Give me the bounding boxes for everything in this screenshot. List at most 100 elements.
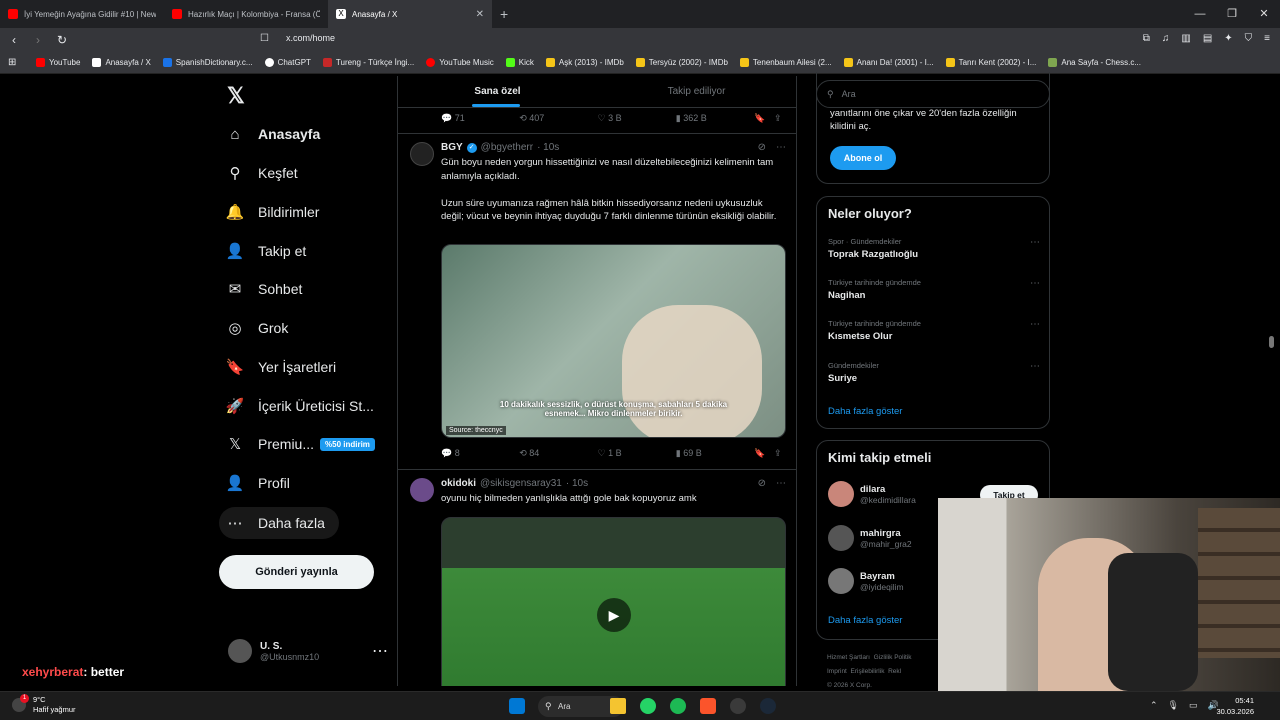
play-icon[interactable]: ▶ (597, 598, 631, 632)
trend-item[interactable]: Spor · Gündemdekiler Toprak Razgatlıoğlu ⋯ (828, 237, 1040, 260)
more-dots-icon[interactable]: ⋯ (1030, 278, 1040, 289)
network-icon[interactable]: ▭ (1189, 700, 1198, 711)
grok-icon[interactable]: ⊘ (758, 142, 766, 153)
like-button[interactable]: ♡ 1 B (598, 448, 676, 459)
url-field[interactable]: x.com/home (286, 33, 335, 43)
grok-icon[interactable]: ⊘ (758, 478, 766, 489)
spotify-icon[interactable] (670, 698, 686, 714)
footer-link[interactable]: Hizmet Şartları (827, 654, 870, 661)
footer-link[interactable]: Rekl (888, 668, 901, 675)
microphone-icon[interactable]: 🎙 (1168, 700, 1179, 711)
back-icon[interactable]: ‹ (4, 33, 24, 47)
share-icon[interactable]: ⇪ (774, 448, 786, 459)
forward-icon[interactable]: › (28, 33, 48, 47)
bookmark-item[interactable]: Kick (505, 58, 534, 67)
screenshot-icon[interactable]: ⧉ (1143, 33, 1150, 44)
sidebar-item-more[interactable]: ⋯ Daha fazla (226, 509, 325, 537)
sidebar-item-profile[interactable]: 👤 Profil (226, 469, 290, 497)
whatsapp-icon[interactable] (640, 698, 656, 714)
bookmark-item[interactable]: Aşk (2013) - IMDb (545, 58, 624, 67)
sidebar-item-premium[interactable]: 𝕏 Premiu... %50 indirim (226, 430, 375, 458)
close-window-icon[interactable]: ✕ (1248, 0, 1280, 28)
sidebar-item-home[interactable]: ⌂ Anasayfa (226, 120, 320, 148)
sidebar-item-bookmarks[interactable]: 🔖 Yer İşaretleri (226, 353, 336, 381)
tweet-handle[interactable]: @bgyetherr (481, 142, 533, 153)
footer-link[interactable]: Imprint (827, 668, 847, 675)
more-dots-icon[interactable]: ⋯ (372, 641, 388, 661)
file-explorer-icon[interactable] (610, 698, 626, 714)
scrollbar-thumb[interactable] (1269, 336, 1274, 348)
share-icon[interactable]: ⇪ (774, 113, 786, 124)
bookmark-item[interactable]: Tenenbaum Ailesi (2... (739, 58, 832, 67)
sidebar-item-follow[interactable]: 👤 Takip et (226, 237, 307, 265)
minimize-icon[interactable]: — (1184, 0, 1216, 28)
bookmark-item[interactable]: Anasayfa / X (92, 58, 151, 67)
reply-button[interactable]: 💬 8 (441, 448, 519, 459)
wallet-icon[interactable]: ▤ (1203, 33, 1212, 44)
tweet-handle[interactable]: @sikisgensaray31 (480, 478, 562, 489)
sidebar-item-notifications[interactable]: 🔔 Bildirimler (226, 198, 320, 226)
trend-item[interactable]: Gündemdekiler Suriye ⋯ (828, 361, 1040, 384)
tweet-video[interactable]: ▶ (441, 517, 786, 686)
browser-tab-1[interactable]: İyi Yemeğin Ayağına Gidilir #10 | New (0, 0, 164, 28)
tweet-video[interactable]: 10 dakikalık sessizlik, o dürüst konuşma… (441, 244, 786, 438)
sidebar-item-explore[interactable]: ⚲ Keşfet (226, 159, 298, 187)
more-dots-icon[interactable]: ⋯ (776, 142, 786, 153)
subscribe-button[interactable]: Abone ol (830, 146, 896, 170)
reply-button[interactable]: 💬 71 (441, 113, 519, 124)
system-clock[interactable]: 05:41 30.03.2026 (1216, 695, 1254, 717)
browser-tab-2[interactable]: Hazırlık Maçı | Kolombiya - Fransa (Ö (164, 0, 328, 28)
weather-widget[interactable]: 9°C Hafif yağmur (33, 695, 76, 715)
like-button[interactable]: ♡ 3 B (598, 113, 676, 124)
post-button[interactable]: Gönderi yayınla (219, 555, 374, 589)
trend-item[interactable]: Türkiye tarihinde gündemde Kısmetse Olur ⋯ (828, 319, 1040, 342)
browser-tab-3[interactable]: X Anasayfa / X ✕ (328, 0, 492, 28)
bookmark-item[interactable]: YouTube Music (426, 58, 494, 67)
trend-item[interactable]: Türkiye tarihinde gündemde Nagihan ⋯ (828, 278, 1040, 301)
app-icon[interactable] (730, 698, 746, 714)
bookmark-icon[interactable]: 🔖 (754, 113, 774, 124)
more-dots-icon[interactable]: ⋯ (1030, 361, 1040, 372)
new-tab-button[interactable]: + (500, 6, 508, 22)
sidebar-toggle-icon[interactable]: ▥ (1181, 33, 1190, 44)
repost-button[interactable]: ⟲ 407 (519, 113, 597, 124)
bookmark-item[interactable]: Ana Sayfa - Chess.c... (1048, 58, 1141, 67)
tab-following[interactable]: Takip ediliyor (597, 76, 796, 107)
tab-for-you[interactable]: Sana özel (398, 76, 597, 107)
sidebar-item-grok[interactable]: ◎ Grok (226, 314, 288, 342)
windows-start-icon[interactable] (509, 698, 525, 714)
sidebar-item-creator-studio[interactable]: 🚀 İçerik Üreticisi St... (226, 392, 374, 420)
show-more-link[interactable]: Daha fazla göster (828, 615, 902, 626)
reload-icon[interactable]: ↻ (52, 33, 72, 47)
brave-icon[interactable] (700, 698, 716, 714)
bookmark-item[interactable]: Tanrı Kent (2002) - I... (945, 58, 1036, 67)
apps-grid-icon[interactable]: ⊞ (8, 57, 16, 68)
leo-icon[interactable]: ✦ (1224, 33, 1232, 44)
tweet-author[interactable]: BGY (441, 142, 463, 153)
bookmark-page-icon[interactable]: ☐ (260, 33, 269, 44)
chevron-up-icon[interactable]: ⌃ (1150, 700, 1158, 711)
menu-icon[interactable]: ≡ (1264, 33, 1270, 44)
footer-link[interactable]: Gizlilik Politik (874, 654, 912, 661)
show-more-link[interactable]: Daha fazla göster (828, 406, 902, 417)
media-icon[interactable]: ♫ (1162, 33, 1170, 44)
repost-button[interactable]: ⟲ 84 (519, 448, 597, 459)
close-tab-icon[interactable]: ✕ (476, 9, 484, 20)
bookmark-icon[interactable]: 🔖 (754, 448, 774, 459)
account-switcher[interactable]: U. S. @Utkusnmz10 ⋯ (228, 639, 388, 663)
bookmark-item[interactable]: ChatGPT (264, 58, 311, 67)
vpn-icon[interactable]: ⛉ (1245, 33, 1253, 44)
bookmark-item[interactable]: Ananı Da! (2001) - I... (843, 58, 934, 67)
footer-link[interactable]: Erişilebilirlik (851, 668, 885, 675)
bookmark-item[interactable]: YouTube (36, 58, 80, 67)
restore-icon[interactable]: ❐ (1216, 0, 1248, 28)
more-dots-icon[interactable]: ⋯ (776, 478, 786, 489)
bookmark-item[interactable]: Tersyüz (2002) - IMDb (635, 58, 728, 67)
x-logo-icon[interactable]: 𝕏 (227, 83, 245, 109)
bookmark-item[interactable]: Tureng - Türkçe İngi... (322, 58, 414, 67)
steam-icon[interactable] (760, 698, 776, 714)
more-dots-icon[interactable]: ⋯ (1030, 319, 1040, 330)
tweet-author[interactable]: okidoki (441, 478, 476, 489)
views-button[interactable]: ▮ 69 B (676, 448, 754, 459)
views-button[interactable]: ▮ 362 B (676, 113, 754, 124)
